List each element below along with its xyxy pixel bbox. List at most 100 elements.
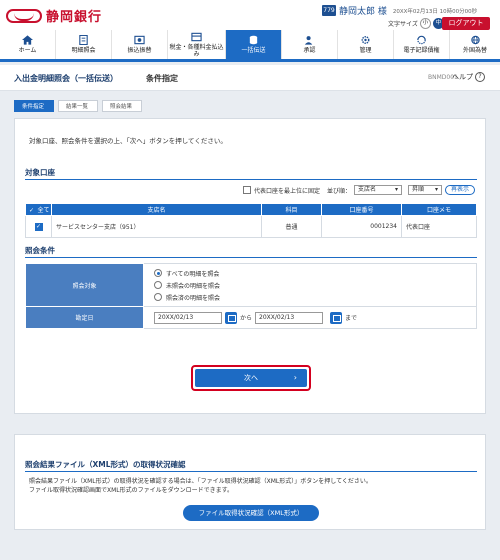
target-options: すべての明細を照会 未照会の明細を照会 照会済の明細を照会 [143,263,477,307]
column-branch: 支店名 [51,203,262,216]
xml-text-line1: 照会結果ファイル（XML形式）の取得状況を確認する場合は、「ファイル取得状況確認… [29,478,372,485]
chevron-down-icon: ▾ [435,186,439,193]
select-all-header[interactable]: ✓ 全て [25,203,52,216]
account-number-cell: 0001234 [321,215,402,238]
payment-icon [191,32,202,41]
bank-logo[interactable]: 静岡銀行 [6,6,102,25]
sort-order-select[interactable]: 昇順 ▾ [408,185,443,195]
page-title: 入出金明細照会（一括伝送） [14,74,118,83]
page-subtitle: 条件指定 [146,74,178,83]
nav-label: 管理 [359,47,372,54]
step-result: 照会結果 [102,100,143,112]
nav-label: ホーム [18,47,37,54]
font-size-small-button[interactable]: 小 [419,18,431,29]
xml-section-divider [25,471,477,472]
nav-item-admin[interactable]: 管理 [338,30,394,59]
nav-label: 振込振替 [127,47,152,54]
type-cell: 普通 [261,215,322,238]
radio-option-unviewed[interactable]: 未照会の明細を照会 [154,279,466,291]
column-type: 科目 [261,203,322,216]
select-all-label: 全て [37,206,50,214]
pin-representative-checkbox[interactable] [243,186,251,194]
nav-item-densai[interactable]: 電子記録債権 [394,30,450,59]
row-select-checkbox[interactable]: ✓ [34,222,43,231]
help-icon: ? [475,72,485,82]
condition-panel: 対象口座、照会条件を選択の上、「次へ」ボタンを押してください。 対象口座 代表口… [14,118,486,414]
logout-button[interactable]: ログアウト [442,17,490,30]
select-all-checkbox[interactable]: ✓ [27,206,36,215]
account-table-header: ✓ 全て 支店名 科目 口座番号 口座メモ [25,203,477,216]
date-label: 勘定日 [25,306,144,329]
nav-item-transfer[interactable]: 振込振替 [112,30,168,59]
database-icon [249,35,258,45]
gear-icon [361,36,370,44]
date-from-input[interactable]: 20XX/02/13 [154,311,222,324]
xml-status-panel: 照会結果ファイル（XML形式）の取得状況確認 照会結果ファイル（XML形式）の取… [14,434,486,530]
chevron-down-icon: ▾ [395,186,399,193]
nav-label: 明細照会 [71,47,96,54]
global-nav: ホーム 明細照会 振込振替 税金・各種料金払込み 一括伝送 承認 管理 電子記録… [0,30,500,62]
account-table: ✓ 全て 支店名 科目 口座番号 口座メモ ✓ サービスセンター支店（951） … [25,203,477,238]
radio-all-label: すべての明細を照会 [166,270,220,278]
radio-option-all[interactable]: すべての明細を照会 [154,267,466,279]
sort-order-value: 昇順 [412,186,425,193]
nav-item-bulk-transmission[interactable]: 一括伝送 [226,30,282,59]
title-bar: 入出金明細照会（一括伝送） 条件指定 BNMD001 ヘルプ ? [0,65,500,91]
next-button[interactable]: 次へ › [195,369,307,387]
nav-item-approval[interactable]: 承認 [282,30,338,59]
memo-cell: 代表口座 [401,215,477,238]
help-label: ヘルプ [452,73,473,81]
bank-name: 静岡銀行 [46,10,103,25]
from-text: から [240,315,253,322]
calendar-to-icon[interactable] [330,311,343,324]
date-row: 勘定日 20XX/02/13 から 20XX/02/13 まで [25,306,477,329]
accounts-section-divider [25,179,477,180]
nav-label: 電子記録債権 [403,47,440,54]
transfer-icon [134,35,145,45]
to-text: まで [345,315,358,322]
radio-all[interactable] [154,269,162,277]
help-link[interactable]: ヘルプ ? [452,72,485,82]
xml-text-line2: ファイル取得状況確認画面でXML形式のファイルをダウンロードできます。 [29,487,234,494]
date-to-input[interactable]: 20XX/02/13 [255,311,324,324]
nav-item-payment[interactable]: 税金・各種料金払込み [168,30,226,59]
bank-logo-mark-icon [6,8,42,23]
calendar-from-icon[interactable] [225,311,237,324]
xml-section-title: 照会結果ファイル（XML形式）の取得状況確認 [25,460,186,469]
account-sort-controls: 代表口座を最上位に固定 並び順： 支店名 ▾ 昇順 ▾ 再表示 [243,185,476,195]
user-check-icon [304,36,313,45]
nav-item-forex[interactable]: 外国為替 [450,30,500,59]
sort-key-value: 支店名 [358,186,377,193]
user-info: 779 静岡太郎 様 20XX年02月13日 10時00分00秒 [322,4,477,17]
last-login-time: 20XX年02月13日 10時00分00秒 [392,8,478,15]
row-select-cell[interactable]: ✓ [25,215,52,238]
nav-item-statement[interactable]: 明細照会 [56,30,112,59]
xml-section-text: 照会結果ファイル（XML形式）の取得状況を確認する場合は、「ファイル取得状況確認… [29,477,372,495]
top-header: 静岡銀行 779 静岡太郎 様 20XX年02月13日 10時00分00秒 文字… [0,0,500,30]
chevron-right-icon: › [293,373,297,382]
target-label: 照会対象 [25,263,144,307]
next-button-label: 次へ [244,374,258,382]
nav-label: 税金・各種料金払込み [169,43,224,58]
sort-key-select[interactable]: 支店名 ▾ [354,185,403,195]
table-row[interactable]: ✓ サービスセンター支店（951） 普通 0001234 代表口座 [25,215,477,238]
radio-option-viewed[interactable]: 照会済の明細を照会 [154,291,466,303]
date-range: 20XX/02/13 から 20XX/02/13 まで [143,306,477,329]
radio-viewed-label: 照会済の明細を照会 [166,294,221,302]
resort-button[interactable]: 再表示 [445,185,476,195]
globe-icon [470,35,480,45]
radio-unviewed[interactable] [154,281,162,289]
accounts-section-title: 対象口座 [25,168,55,177]
target-row: 照会対象 すべての明細を照会 未照会の明細を照会 照会済の明細を照会 [25,263,477,307]
user-name: 静岡太郎 様 [339,7,387,17]
radio-viewed[interactable] [154,293,162,301]
conditions-section-divider [25,257,477,258]
xml-status-button[interactable]: ファイル取得状況確認（XML形式） [183,505,319,521]
next-button-highlight: 次へ › [191,365,311,391]
sync-icon [417,35,426,45]
conditions-section-title: 照会条件 [25,246,55,255]
step-result-list: 結果一覧 [58,100,99,112]
nav-item-home[interactable]: ホーム [0,30,56,59]
sort-label: 並び順： [327,187,352,195]
step-condition: 条件指定 [14,100,55,112]
